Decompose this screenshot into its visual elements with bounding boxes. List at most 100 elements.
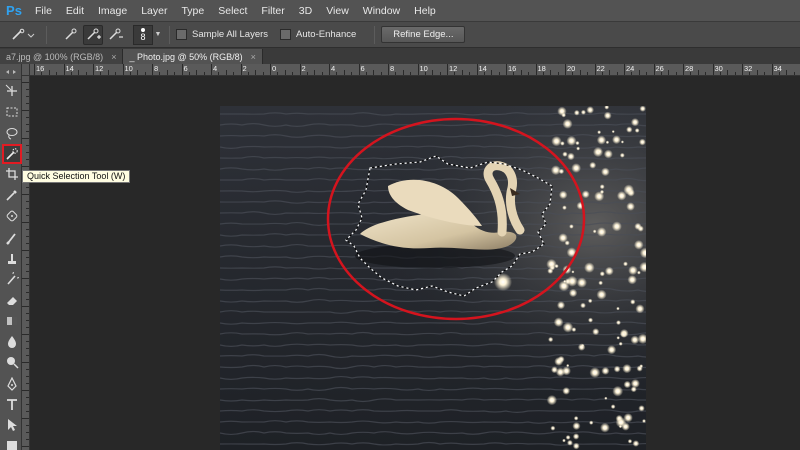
eraser-tool-button[interactable] bbox=[3, 291, 21, 309]
sun-sparkle bbox=[642, 419, 646, 423]
ruler-tick bbox=[63, 64, 65, 75]
ruler-tick bbox=[26, 404, 29, 405]
sun-sparkle bbox=[597, 130, 602, 135]
healing-brush-button[interactable] bbox=[3, 207, 21, 225]
sun-sparkle bbox=[558, 190, 568, 200]
horizontal-ruler[interactable]: 16 14 12 10 8 6 4 2 0 2 4 6 8 10 12 14 16 18 20 22 24 26 28 30 3… bbox=[30, 64, 800, 76]
lasso-tool-button[interactable] bbox=[3, 124, 21, 142]
ruler-tick bbox=[196, 70, 198, 75]
menu-3d[interactable]: 3D bbox=[292, 0, 319, 22]
sun-sparkle bbox=[551, 136, 562, 147]
sun-sparkle bbox=[623, 184, 634, 195]
eyedropper-tool-button[interactable] bbox=[3, 186, 21, 204]
vertical-ruler[interactable] bbox=[21, 76, 30, 450]
sun-sparkle bbox=[622, 363, 632, 374]
menu-image[interactable]: Image bbox=[91, 0, 134, 22]
options-bar: 8 ▼ Sample All Layers Auto-Enhance Refin… bbox=[0, 22, 800, 48]
sun-sparkle bbox=[561, 112, 567, 118]
ruler-tick bbox=[491, 70, 493, 75]
ruler-tick bbox=[26, 187, 29, 188]
pen-tool-button[interactable] bbox=[3, 375, 21, 393]
clone-stamp-button[interactable] bbox=[3, 250, 21, 268]
menu-filter[interactable]: Filter bbox=[254, 0, 291, 22]
pen-tool-icon bbox=[7, 377, 17, 391]
ruler-tick bbox=[26, 145, 29, 146]
subtract-from-selection-button[interactable] bbox=[105, 25, 125, 45]
rectangle-tool-button[interactable] bbox=[3, 436, 21, 450]
ruler-tick bbox=[26, 341, 29, 342]
marquee-tool-button[interactable] bbox=[3, 103, 21, 121]
crop-tool-button[interactable] bbox=[3, 165, 21, 183]
menu-type[interactable]: Type bbox=[174, 0, 211, 22]
sun-sparkle bbox=[638, 405, 645, 412]
sun-sparkle bbox=[601, 167, 610, 177]
ruler-tick bbox=[756, 70, 758, 75]
sun-sparkle bbox=[494, 273, 512, 291]
sun-sparkle bbox=[575, 140, 580, 146]
ruler-number: 2 bbox=[242, 64, 247, 73]
sun-sparkle bbox=[546, 394, 558, 406]
menu-view[interactable]: View bbox=[319, 0, 356, 22]
ruler-tick bbox=[469, 72, 471, 75]
tool-preset-picker[interactable] bbox=[6, 25, 40, 45]
ruler-tick bbox=[550, 70, 552, 75]
swan-photo bbox=[220, 106, 646, 450]
ruler-tick bbox=[21, 334, 29, 335]
tab-photo[interactable]: _ Photo.jpg @ 50% (RGB/8) × bbox=[123, 49, 263, 64]
type-tool-button[interactable] bbox=[3, 396, 21, 414]
sun-sparkle bbox=[623, 380, 632, 389]
collapse-arrows-icon bbox=[5, 69, 16, 74]
close-icon[interactable]: × bbox=[111, 52, 116, 62]
sun-sparkle bbox=[572, 421, 581, 431]
path-selection-button[interactable] bbox=[3, 416, 21, 434]
blur-tool-button[interactable] bbox=[3, 332, 21, 350]
menu-edit[interactable]: Edit bbox=[59, 0, 91, 22]
sun-sparkle bbox=[554, 357, 564, 366]
ruler-tick bbox=[624, 64, 625, 75]
ruler-tick bbox=[734, 72, 736, 75]
history-brush-button[interactable] bbox=[3, 270, 21, 288]
sun-sparkle bbox=[586, 106, 595, 114]
add-to-selection-button[interactable] bbox=[83, 24, 103, 45]
ruler-tick bbox=[690, 72, 692, 75]
menu-help[interactable]: Help bbox=[407, 0, 443, 22]
menu-layer[interactable]: Layer bbox=[134, 0, 174, 22]
quick-selection-tool-button[interactable] bbox=[2, 144, 22, 164]
move-tool-button[interactable] bbox=[3, 82, 21, 100]
refine-edge-button[interactable]: Refine Edge... bbox=[381, 26, 466, 43]
panel-grip[interactable] bbox=[0, 64, 21, 80]
sun-sparkle bbox=[592, 328, 600, 336]
close-icon[interactable]: × bbox=[251, 52, 256, 62]
menu-window[interactable]: Window bbox=[356, 0, 407, 22]
sun-sparkle bbox=[605, 140, 610, 145]
sun-sparkle bbox=[556, 301, 566, 310]
tab-a7[interactable]: a7.jpg @ 100% (RGB/8) × bbox=[0, 49, 124, 64]
ruler-tick bbox=[26, 208, 29, 209]
healing-brush-icon bbox=[6, 210, 18, 222]
menu-file[interactable]: File bbox=[28, 0, 59, 22]
sun-sparkle bbox=[597, 149, 602, 154]
ruler-number: 6 bbox=[183, 64, 188, 73]
dodge-tool-button[interactable] bbox=[3, 353, 21, 371]
brush-size-picker[interactable]: 8 bbox=[133, 24, 153, 45]
ruler-origin[interactable] bbox=[22, 64, 30, 76]
ruler-tick bbox=[41, 72, 43, 75]
ruler-tick bbox=[26, 103, 29, 104]
brush-size-dropdown[interactable]: ▼ bbox=[153, 25, 163, 45]
document-canvas[interactable] bbox=[220, 106, 646, 450]
sample-all-layers-checkbox[interactable] bbox=[176, 29, 187, 40]
menu-select[interactable]: Select bbox=[211, 0, 254, 22]
ruler-number: 12 bbox=[95, 64, 104, 73]
ruler-tick bbox=[21, 82, 29, 83]
ruler-tick bbox=[395, 72, 397, 75]
brush-tool-button[interactable] bbox=[3, 229, 21, 247]
ruler-tick bbox=[601, 72, 603, 75]
ruler-tick bbox=[26, 425, 29, 426]
sun-sparkle bbox=[632, 440, 640, 447]
ruler-tick bbox=[638, 70, 640, 75]
gradient-tool-button[interactable] bbox=[3, 312, 21, 330]
ruler-number: 6 bbox=[360, 64, 365, 73]
type-tool-icon bbox=[7, 399, 17, 410]
new-selection-button[interactable] bbox=[61, 25, 81, 45]
auto-enhance-checkbox[interactable] bbox=[280, 29, 292, 40]
